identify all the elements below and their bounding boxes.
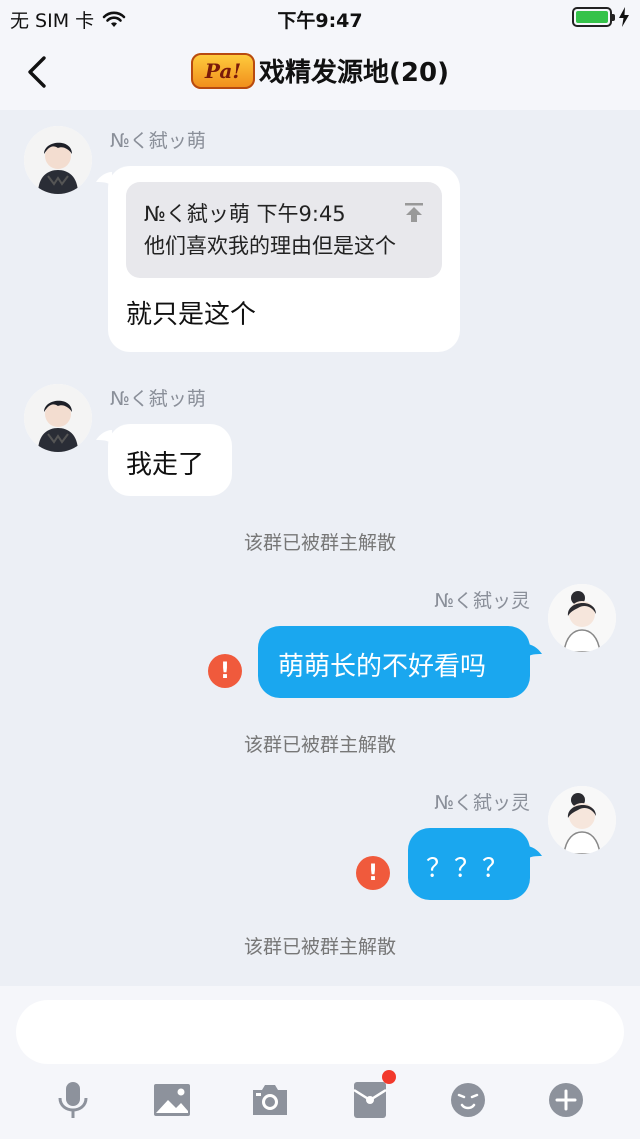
- avatar[interactable]: [24, 384, 92, 452]
- message-bubble[interactable]: №く弑ッ萌 下午9:45 他们喜欢我的理由但是这个 就只是这个: [108, 166, 460, 352]
- avatar-boy-icon: [24, 384, 92, 452]
- emoji-button[interactable]: [446, 1078, 490, 1122]
- avatar-girl-icon: [548, 584, 616, 652]
- red-packet-icon: [353, 1082, 387, 1118]
- message-bubble[interactable]: 萌萌长的不好看吗: [258, 626, 530, 698]
- sender-name: №く弑ッ萌: [110, 130, 206, 152]
- sender-name: №く弑ッ萌: [110, 388, 206, 410]
- avatar[interactable]: [548, 786, 616, 854]
- chat-list[interactable]: №く弑ッ萌 №く弑ッ萌 下午9:45 他们喜欢我的理由但是这个 就只是这个 №く…: [0, 110, 640, 986]
- photo-button[interactable]: [150, 1078, 194, 1122]
- quoted-message[interactable]: №く弑ッ萌 下午9:45 他们喜欢我的理由但是这个: [126, 182, 442, 278]
- microphone-icon: [58, 1082, 88, 1118]
- red-packet-button[interactable]: [348, 1070, 396, 1122]
- system-notice: 该群已被群主解散: [243, 936, 396, 958]
- jump-to-quote-icon[interactable]: [402, 200, 426, 224]
- status-bar: 无 SIM 卡 下午9:47: [0, 0, 640, 36]
- voice-button[interactable]: [51, 1078, 95, 1122]
- message-text: 就只是这个: [126, 300, 257, 330]
- camera-button[interactable]: [248, 1078, 292, 1122]
- message-text: 我走了: [126, 450, 205, 480]
- message-bubble[interactable]: 我走了: [108, 424, 232, 496]
- bubble-tail: [526, 644, 542, 658]
- charging-bolt-icon: [619, 7, 629, 27]
- battery-icon: [572, 7, 615, 27]
- chat-header: Pa! 戏精发源地(20): [0, 36, 640, 110]
- input-area: [0, 986, 640, 1139]
- title-wrap[interactable]: Pa! 戏精发源地(20): [0, 52, 640, 89]
- send-failed-icon[interactable]: !: [356, 856, 390, 890]
- notification-dot: [382, 1070, 396, 1084]
- group-badge-icon: Pa!: [191, 52, 256, 89]
- system-notice: 该群已被群主解散: [243, 532, 396, 554]
- avatar[interactable]: [24, 126, 92, 194]
- image-icon: [154, 1084, 190, 1116]
- more-button[interactable]: [544, 1078, 588, 1122]
- plus-icon: [549, 1083, 583, 1117]
- message-bubble[interactable]: ？？？: [408, 828, 530, 900]
- emoji-icon: [451, 1083, 485, 1117]
- input-toolbar: [0, 1070, 640, 1122]
- send-failed-icon[interactable]: !: [208, 654, 242, 688]
- camera-icon: [253, 1085, 287, 1115]
- avatar-girl-icon: [548, 786, 616, 854]
- page-title: 戏精发源地(20): [259, 58, 449, 88]
- quote-text: 他们喜欢我的理由但是这个: [144, 234, 396, 258]
- sender-name: №く弑ッ灵: [434, 590, 530, 612]
- bubble-tail: [526, 846, 542, 860]
- system-notice: 该群已被群主解散: [243, 734, 396, 756]
- sender-name: №く弑ッ灵: [434, 792, 530, 814]
- message-text: ？？？: [426, 854, 511, 884]
- status-right: [572, 7, 630, 27]
- message-text: 萌萌长的不好看吗: [278, 652, 487, 682]
- message-input[interactable]: [16, 1000, 624, 1064]
- avatar-boy-icon: [24, 126, 92, 194]
- quote-header: №く弑ッ萌 下午9:45: [144, 202, 346, 226]
- clock: 下午9:47: [277, 10, 363, 32]
- avatar[interactable]: [548, 584, 616, 652]
